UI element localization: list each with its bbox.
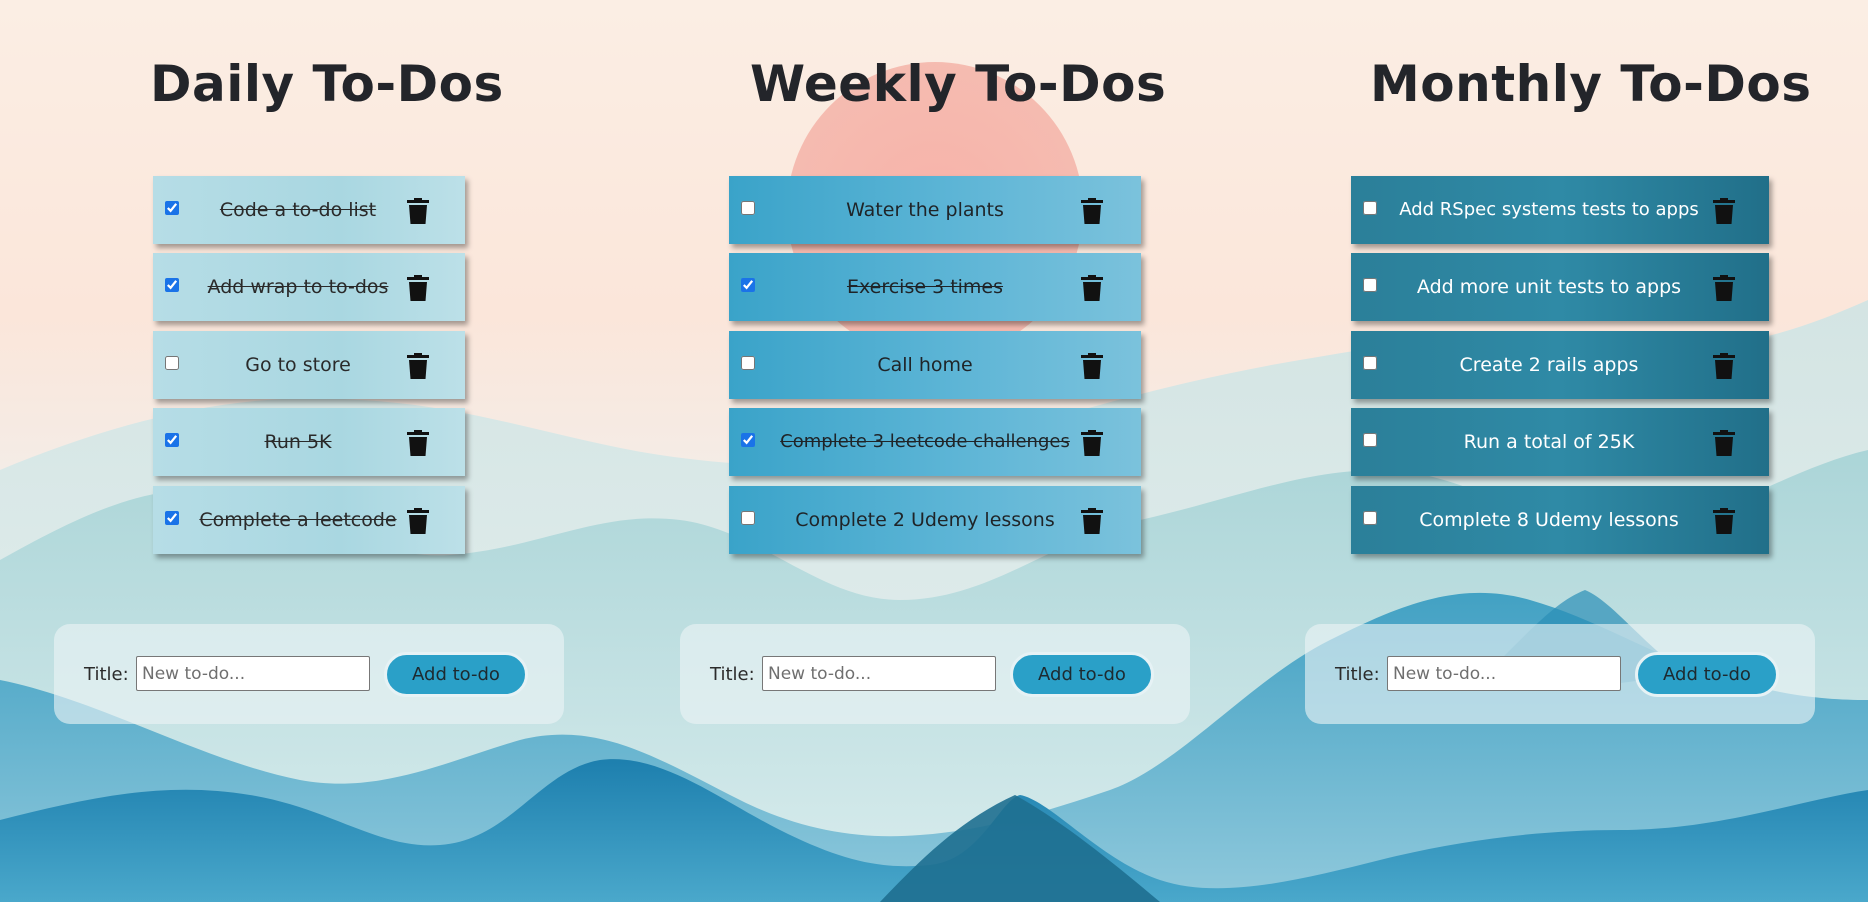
todo-item: Exercise 3 times [729, 253, 1141, 321]
todo-checkbox[interactable] [1363, 278, 1377, 292]
add-todo-button[interactable]: Add to-do [1635, 652, 1779, 697]
new-todo-input[interactable] [762, 656, 996, 691]
weekly-title: Weekly To-Dos [750, 55, 1167, 113]
todo-item: Complete 3 leetcode challenges [729, 408, 1141, 476]
daily-title: Daily To-Dos [150, 55, 504, 113]
trash-icon[interactable] [1081, 508, 1103, 534]
trash-icon[interactable] [1081, 198, 1103, 224]
todo-item: Complete 2 Udemy lessons [729, 486, 1141, 554]
trash-icon[interactable] [407, 198, 429, 224]
todo-text: Add wrap to to-dos [207, 276, 389, 298]
trash-icon[interactable] [407, 508, 429, 534]
todo-text: Run a total of 25K [1463, 431, 1635, 453]
todo-checkbox[interactable] [165, 356, 179, 370]
trash-icon[interactable] [1713, 508, 1735, 534]
todo-text: Run 5K [264, 431, 332, 453]
todo-item: Run 5K [153, 408, 465, 476]
todo-text: Water the plants [846, 199, 1004, 221]
todo-checkbox[interactable] [1363, 433, 1377, 447]
trash-icon[interactable] [1713, 430, 1735, 456]
trash-icon[interactable] [1713, 198, 1735, 224]
monthly-add-form: Title: Add to-do [1305, 624, 1815, 724]
todo-text: Complete 3 leetcode challenges [780, 431, 1070, 452]
trash-icon[interactable] [1081, 430, 1103, 456]
todo-item: Go to store [153, 331, 465, 399]
new-todo-input[interactable] [1387, 656, 1621, 691]
todo-text: Exercise 3 times [846, 276, 1004, 298]
trash-icon[interactable] [1713, 275, 1735, 301]
trash-icon[interactable] [1081, 353, 1103, 379]
todo-item: Add wrap to to-dos [153, 253, 465, 321]
todo-checkbox[interactable] [741, 201, 755, 215]
todo-checkbox[interactable] [165, 511, 179, 525]
todo-checkbox[interactable] [1363, 511, 1377, 525]
todo-checkbox[interactable] [741, 511, 755, 525]
todo-checkbox[interactable] [1363, 201, 1377, 215]
todo-text: Add RSpec systems tests to apps [1399, 199, 1699, 220]
todo-text: Add more unit tests to apps [1416, 276, 1682, 298]
todo-item: Code a to-do list [153, 176, 465, 244]
trash-icon[interactable] [407, 430, 429, 456]
todo-checkbox[interactable] [741, 278, 755, 292]
title-label: Title: [710, 664, 755, 685]
todo-item: Complete a leetcode [153, 486, 465, 554]
add-todo-button[interactable]: Add to-do [384, 652, 528, 697]
monthly-title: Monthly To-Dos [1370, 55, 1812, 113]
todo-text: Complete 8 Udemy lessons [1419, 509, 1679, 531]
todo-item: Run a total of 25K [1351, 408, 1769, 476]
trash-icon[interactable] [407, 275, 429, 301]
todo-text: Create 2 rails apps [1459, 354, 1639, 376]
title-label: Title: [84, 664, 129, 685]
daily-add-form: Title: Add to-do [54, 624, 564, 724]
todo-checkbox[interactable] [1363, 356, 1377, 370]
weekly-add-form: Title: Add to-do [680, 624, 1190, 724]
trash-icon[interactable] [1713, 353, 1735, 379]
todo-item: Complete 8 Udemy lessons [1351, 486, 1769, 554]
todo-item: Call home [729, 331, 1141, 399]
todo-checkbox[interactable] [165, 433, 179, 447]
todo-item: Create 2 rails apps [1351, 331, 1769, 399]
todo-checkbox[interactable] [741, 356, 755, 370]
todo-checkbox[interactable] [165, 278, 179, 292]
title-label: Title: [1335, 664, 1380, 685]
todo-item: Add RSpec systems tests to apps [1351, 176, 1769, 244]
todo-item: Water the plants [729, 176, 1141, 244]
todo-text: Go to store [245, 354, 351, 376]
add-todo-button[interactable]: Add to-do [1010, 652, 1154, 697]
todo-text: Complete 2 Udemy lessons [795, 509, 1055, 531]
todo-text: Call home [877, 354, 973, 376]
todo-text: Code a to-do list [219, 199, 377, 221]
trash-icon[interactable] [407, 353, 429, 379]
todo-checkbox[interactable] [741, 433, 755, 447]
todo-item: Add more unit tests to apps [1351, 253, 1769, 321]
todo-text: Complete a leetcode [199, 509, 397, 531]
todo-checkbox[interactable] [165, 201, 179, 215]
trash-icon[interactable] [1081, 275, 1103, 301]
new-todo-input[interactable] [136, 656, 370, 691]
